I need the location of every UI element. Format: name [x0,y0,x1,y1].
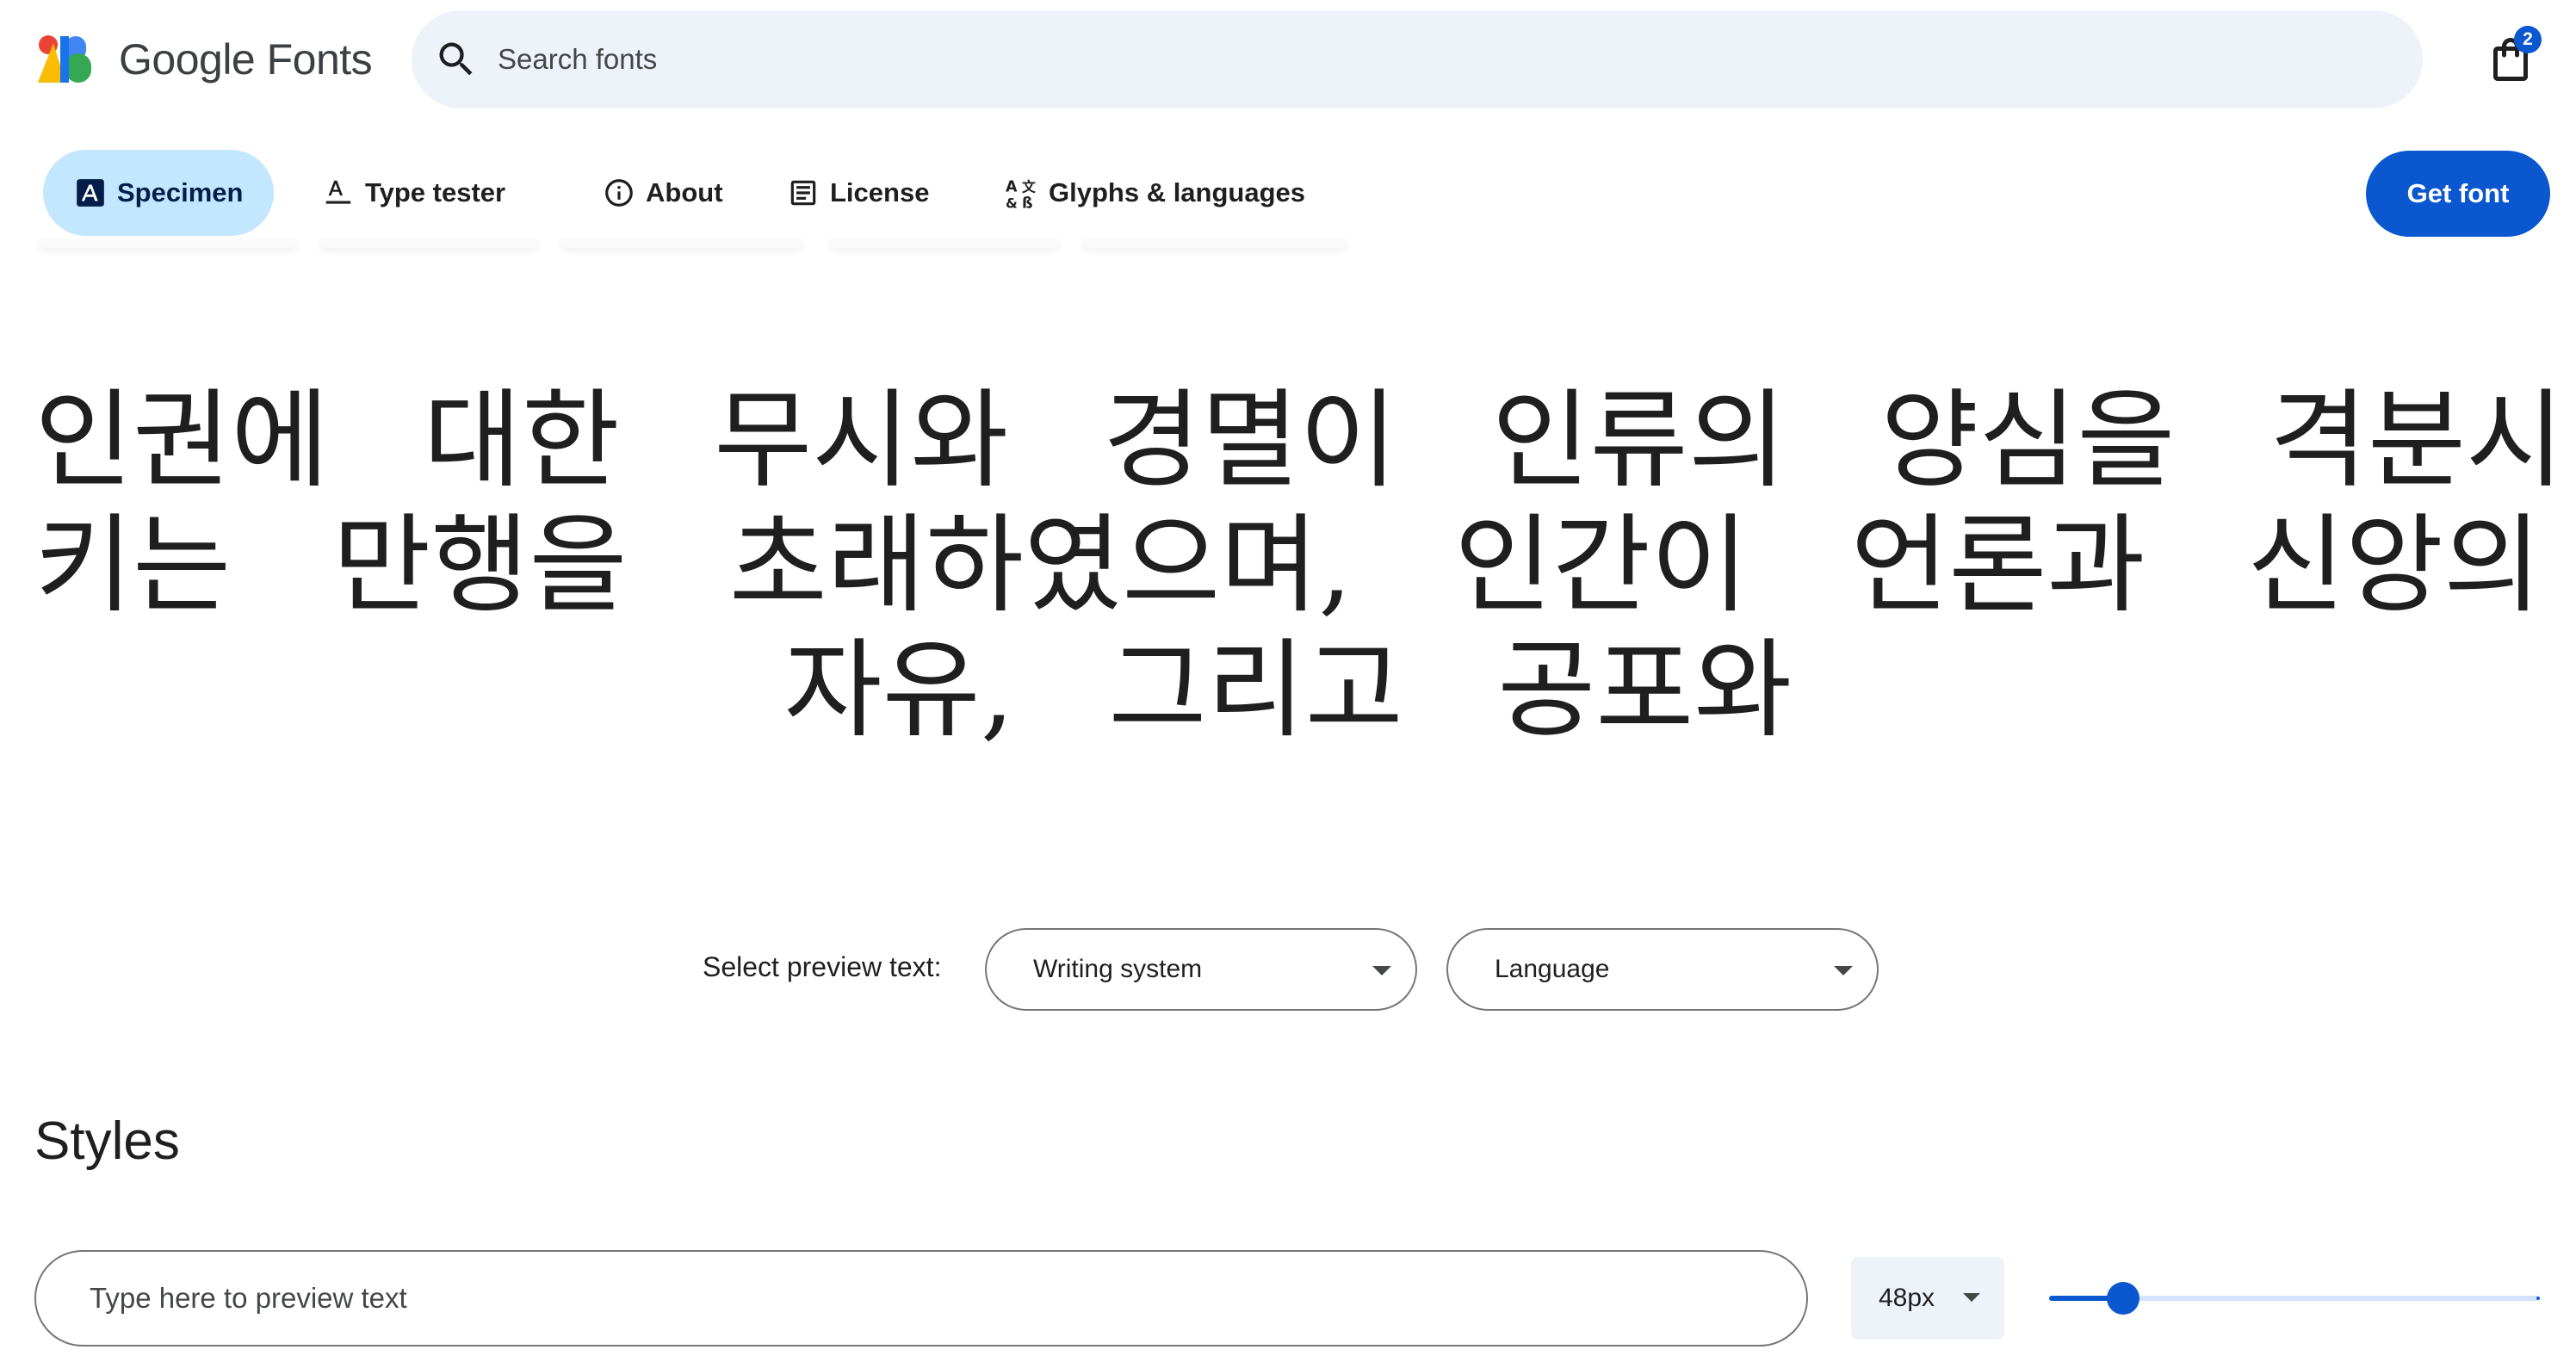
svg-text:文: 文 [1022,178,1036,195]
app-name: Google Fonts [119,35,373,84]
styles-heading: Styles [34,1111,180,1171]
info-icon [603,176,635,209]
specimen-icon [74,176,107,209]
svg-text:&: & [1006,195,1018,209]
tab-underlay [38,239,298,248]
font-size-dropdown[interactable]: 48px [1851,1257,2004,1340]
svg-text:ß: ß [1022,195,1033,209]
license-icon [787,176,820,209]
language-dropdown[interactable]: Language [1446,928,1879,1011]
tab-underlay [1081,239,1348,248]
search-icon [434,37,479,82]
caret-down-icon [1963,1293,1980,1302]
glyphs-icon: A 文 & ß [1006,176,1038,209]
tab-about[interactable]: About [572,150,754,236]
tab-label: Specimen [117,177,244,207]
tab-specimen[interactable]: Specimen [43,150,275,236]
svg-text:A: A [1006,178,1018,195]
tab-glyphs-languages[interactable]: A 文 & ß Glyphs & languages [975,150,1336,236]
google-fonts-logo-icon [36,34,93,84]
specimen-line: 인권에 대한 무시와 경멸이 인류의 양심을 격분시 [34,379,2565,503]
type-tester-icon [322,176,355,209]
search-bar[interactable]: Search fonts [412,10,2423,108]
tab-underlay [319,239,539,248]
caret-down-icon [1834,966,1853,975]
tab-label: License [830,177,930,207]
tab-type-tester[interactable]: Type tester [291,150,536,236]
tab-label: About [646,177,723,207]
slider-thumb[interactable] [2107,1282,2139,1315]
caret-down-icon [1372,966,1391,975]
specimen-preview: 인권에 대한 무시와 경멸이 인류의 양심을 격분시 키는 만행을 초래하였으며… [34,379,2565,753]
tab-license[interactable]: License [756,150,960,236]
writing-system-value: Writing system [1033,955,1203,983]
search-input[interactable]: Search fonts [498,43,657,76]
select-preview-label: Select preview text: [703,951,942,982]
tab-underlay [560,239,804,248]
tab-underlay [828,239,1061,248]
tab-label: Glyphs & languages [1049,177,1306,207]
specimen-line: 키는 만행을 초래하였으며, 인간이 언론과 신앙의 [34,504,2542,628]
specimen-line: 자유, 그리고 공포와 [783,628,1793,752]
writing-system-dropdown[interactable]: Writing system [985,928,1417,1011]
google-fonts-logo[interactable]: Google Fonts [36,34,373,84]
font-size-slider[interactable] [2049,1282,2540,1315]
preview-text-input[interactable] [34,1250,1808,1347]
slider-end-dot [2536,1297,2540,1300]
get-font-button[interactable]: Get font [2366,151,2550,237]
font-size-value: 48px [1879,1284,1935,1312]
language-value: Language [1495,955,1610,983]
tab-label: Type tester [365,177,506,207]
cart-count-badge: 2 [2514,26,2542,53]
